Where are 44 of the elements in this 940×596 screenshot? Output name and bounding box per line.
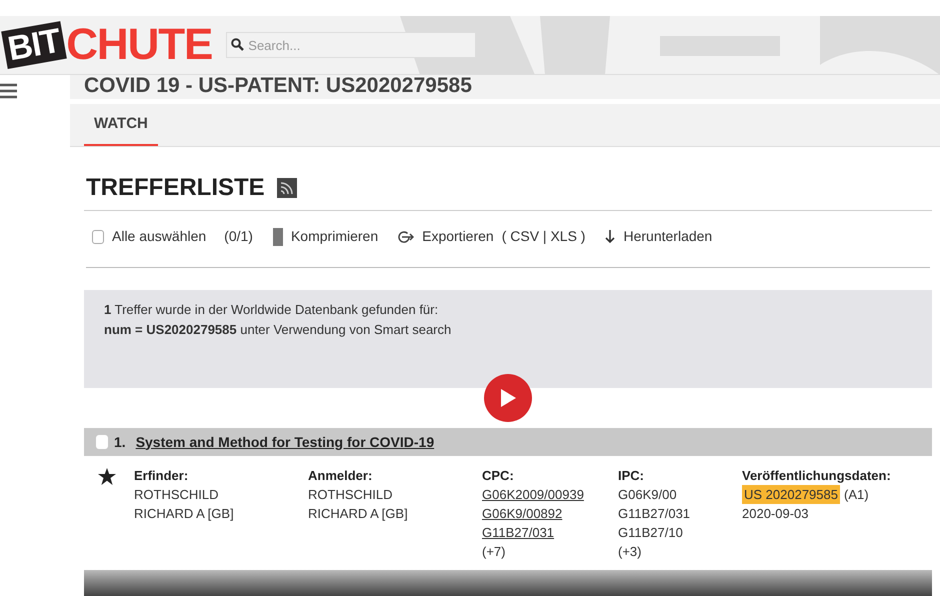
column-heading: Erfinder: xyxy=(134,467,190,485)
field-value: ROTHSCHILD xyxy=(134,486,219,504)
star-icon xyxy=(98,468,116,485)
classification-link[interactable]: G11B27/031 xyxy=(482,523,554,542)
field-value: 2020-09-03 xyxy=(742,505,808,523)
field-value: (+3) xyxy=(618,543,642,561)
field-value: G06K9/00 xyxy=(618,486,677,504)
search-field[interactable]: Search... xyxy=(226,32,476,58)
kind-code: (A1) xyxy=(844,486,869,504)
info-text: num = US2020279585 unter Verwendung von Smart search xyxy=(104,321,452,339)
rss-icon xyxy=(276,178,297,198)
result-title-link[interactable]: System and Method for Testing for COVID-19 xyxy=(136,432,434,452)
search-icon xyxy=(231,38,244,51)
column-heading: Veröffentlichungsdaten: xyxy=(742,467,892,485)
down-arrow-icon xyxy=(605,230,616,244)
info-text: 1 Treffer wurde in der Worldwide Datenbank gefunden für: xyxy=(104,301,440,319)
column-heading: Anmelder: xyxy=(308,467,374,485)
play-icon xyxy=(500,389,516,407)
field-value: RICHARD A [GB] xyxy=(134,505,234,523)
bitchute-logo: BIT CHUTE xyxy=(0,16,212,74)
field-value: G11B27/10 xyxy=(618,524,683,542)
toolbar-label[interactable]: Herunterladen xyxy=(623,226,712,247)
toolbar-label[interactable]: Komprimieren xyxy=(290,226,378,247)
heading: TREFFERLISTE xyxy=(86,173,265,203)
export-formats[interactable]: ( CSV | XLS ) xyxy=(502,226,586,247)
field-value: ROTHSCHILD xyxy=(308,486,393,504)
classification-link[interactable]: G06K2009/00939 xyxy=(482,485,584,504)
column-heading: CPC: xyxy=(482,467,515,485)
field-value: (+7) xyxy=(482,543,506,561)
watch-tab[interactable]: WATCH xyxy=(84,104,158,146)
play-button[interactable] xyxy=(484,374,532,422)
column-heading: IPC: xyxy=(618,467,645,485)
result-number: 1. xyxy=(114,432,126,452)
video-title: COVID 19 - US-PATENT: US2020279585 xyxy=(84,75,472,99)
classification-link[interactable]: G06K9/00892 xyxy=(482,504,562,523)
checkbox[interactable] xyxy=(96,435,108,449)
selection-count: (0/1) xyxy=(224,227,253,246)
field-value: RICHARD A [GB] xyxy=(308,505,408,523)
publication-number: US 2020279585 xyxy=(742,485,840,504)
checkbox[interactable] xyxy=(92,230,104,244)
toolbar-label[interactable]: Alle auswählen xyxy=(112,226,206,247)
menu-icon[interactable] xyxy=(0,83,18,99)
field-value: G11B27/031 xyxy=(618,505,690,523)
toolbar-label[interactable]: Exportieren xyxy=(422,226,494,247)
